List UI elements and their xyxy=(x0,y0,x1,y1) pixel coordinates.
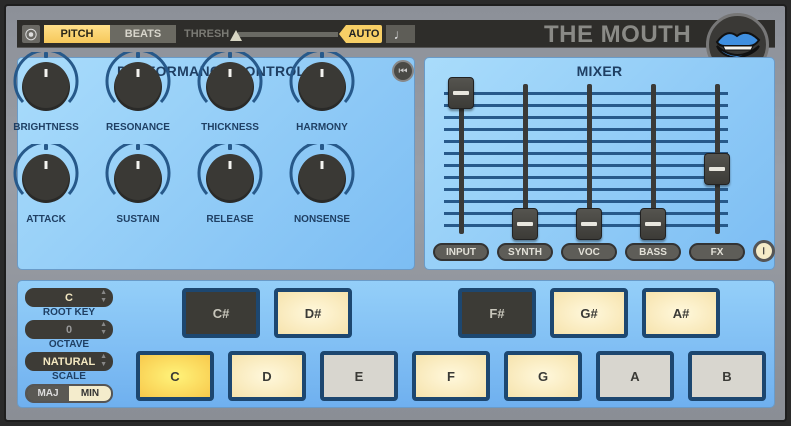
knob-nonsense[interactable] xyxy=(289,140,355,210)
fader-handle-voc[interactable] xyxy=(576,208,602,240)
app-title: THE MOUTH xyxy=(544,21,692,48)
channel-button-bass[interactable]: BASS xyxy=(625,243,681,261)
maj-button[interactable]: MAJ xyxy=(27,386,69,401)
scale-label: SCALE xyxy=(52,371,86,382)
auto-button[interactable]: AUTO xyxy=(339,25,382,43)
knob-dial-icon xyxy=(13,140,79,203)
knob-resonance[interactable] xyxy=(105,48,171,118)
key-d[interactable]: D xyxy=(228,351,306,401)
midi-icon[interactable]: ⦿ xyxy=(22,25,40,43)
root-key-spinner[interactable]: C ▲ ▼ xyxy=(25,288,113,307)
min-button[interactable]: MIN xyxy=(69,386,111,401)
knob-dial-icon xyxy=(289,140,355,203)
knob-thickness[interactable] xyxy=(197,48,263,118)
knob-dial-icon xyxy=(289,48,355,111)
knob-label: RESONANCE xyxy=(106,122,170,133)
reset-icon[interactable]: ⏮ xyxy=(392,60,414,82)
root-key-value: C xyxy=(65,291,73,304)
key-f[interactable]: F xyxy=(412,351,490,401)
knob-dial-icon xyxy=(197,48,263,111)
fader-scale-tick xyxy=(444,104,728,107)
pitch-mode-button[interactable]: PITCH xyxy=(44,25,110,43)
performance-controls-panel: PERFORMANCE CONTROLS ⏮ BRIGHTNESS RESONAN… xyxy=(13,48,415,270)
knob-label: HARMONY xyxy=(296,122,348,133)
fader-handle-input[interactable] xyxy=(448,77,474,109)
knob-dial-icon xyxy=(13,48,79,111)
beats-mode-button[interactable]: BEATS xyxy=(110,25,176,43)
fader-scale-tick xyxy=(444,164,728,167)
channel-button-input[interactable]: INPUT xyxy=(433,243,489,261)
fader-scale-tick xyxy=(444,200,728,203)
knob-label: THICKNESS xyxy=(201,122,259,133)
key-c[interactable]: C xyxy=(136,351,214,401)
knob-label: BRIGHTNESS xyxy=(13,122,79,133)
knob-label: RELEASE xyxy=(206,214,254,225)
spinner-arrows-icon[interactable]: ▲ ▼ xyxy=(100,321,107,337)
knob-label: ATTACK xyxy=(26,214,66,225)
knob-dial-icon xyxy=(197,140,263,203)
thresh-label: THRESH xyxy=(184,28,230,40)
piano-icon[interactable]: 𝄃 xyxy=(753,240,775,262)
key-b[interactable]: B xyxy=(688,351,766,401)
fader-handle-bass[interactable] xyxy=(640,208,666,240)
fader-handle-synth[interactable] xyxy=(512,208,538,240)
knob-brightness[interactable] xyxy=(13,48,79,118)
fader-scale-tick xyxy=(444,116,728,119)
key-e[interactable]: E xyxy=(320,351,398,401)
knob-attack[interactable] xyxy=(13,140,79,210)
spinner-arrows-icon[interactable]: ▲ ▼ xyxy=(100,289,107,305)
note-icon[interactable]: ♩ xyxy=(386,25,415,43)
thresh-slider-handle[interactable] xyxy=(230,30,242,41)
fader-scale-tick xyxy=(444,140,728,143)
channel-button-voc[interactable]: VOC xyxy=(561,243,617,261)
fader-scale-tick xyxy=(444,128,728,131)
knob-sustain[interactable] xyxy=(105,140,171,210)
key-g[interactable]: G xyxy=(504,351,582,401)
knob-dial-icon xyxy=(105,48,171,111)
octave-label: OCTAVE xyxy=(48,339,90,350)
knob-label: SUSTAIN xyxy=(116,214,160,225)
key-d-sharp[interactable]: D# xyxy=(274,288,352,338)
mixer-panel: MIXER INPUT SYNTH VOC BASS FX 𝄃 xyxy=(424,57,775,270)
scale-spinner[interactable]: NATURAL ▲ ▼ xyxy=(25,352,113,371)
key-c-sharp[interactable]: C# xyxy=(182,288,260,338)
root-key-label: ROOT KEY xyxy=(42,307,96,318)
fader-scale-tick xyxy=(444,176,728,179)
fader-scale-tick xyxy=(444,92,728,95)
scale-value: NATURAL xyxy=(42,355,96,368)
octave-value: 0 xyxy=(65,323,73,336)
fader-handle-fx[interactable] xyxy=(704,152,730,185)
knob-label: NONSENSE xyxy=(293,214,351,225)
key-a[interactable]: A xyxy=(596,351,674,401)
key-g-sharp[interactable]: G# xyxy=(550,288,628,338)
thresh-slider-track[interactable] xyxy=(238,32,338,37)
knob-release[interactable] xyxy=(197,140,263,210)
spinner-arrows-icon[interactable]: ▲ ▼ xyxy=(100,353,107,369)
maj-min-toggle[interactable]: MAJ MIN xyxy=(25,384,113,403)
channel-button-synth[interactable]: SYNTH xyxy=(497,243,553,261)
octave-spinner[interactable]: 0 ▲ ▼ xyxy=(25,320,113,339)
key-f-sharp[interactable]: F# xyxy=(458,288,536,338)
fader-scale-tick xyxy=(444,188,728,191)
mixer-title: MIXER xyxy=(576,63,623,79)
knob-dial-icon xyxy=(105,140,171,203)
scale-keys-panel: C ▲ ▼ ROOT KEY 0 ▲ ▼ OCTAVE NATURAL ▲ ▼ SCALE … xyxy=(17,280,775,408)
top-toolbar: ⦿ PITCH BEATS THRESH AUTO ♩ THE MOUTH xyxy=(17,20,775,48)
key-a-sharp[interactable]: A# xyxy=(642,288,720,338)
fader-scale-tick xyxy=(444,152,728,155)
channel-button-fx[interactable]: FX xyxy=(689,243,745,261)
knob-harmony[interactable] xyxy=(289,48,355,118)
